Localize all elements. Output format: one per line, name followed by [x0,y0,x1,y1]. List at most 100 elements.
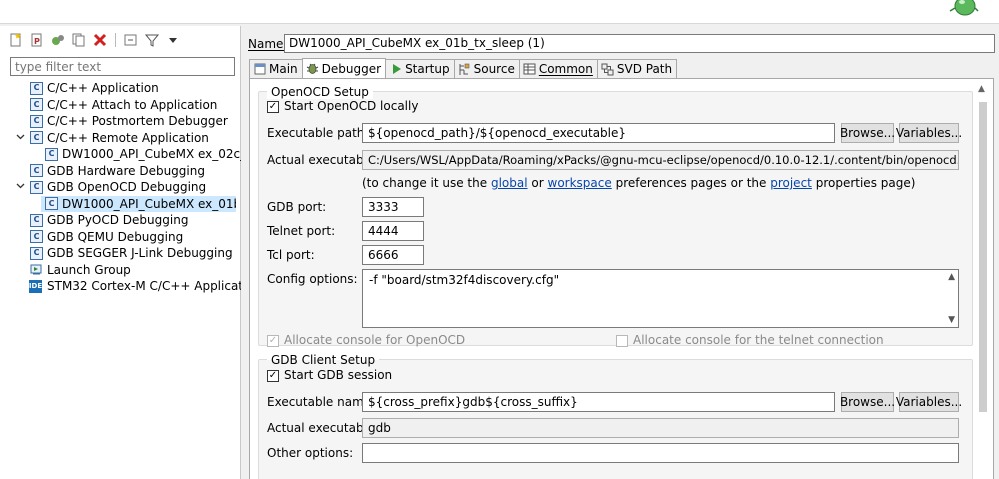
variables-button[interactable]: Variables... [896,392,962,412]
workspace-preferences-link[interactable]: workspace [548,176,612,190]
tree-item-launch-group[interactable]: Launch Group [0,262,241,279]
tab-common[interactable]: Common [518,59,598,78]
launch-configurations-dialog: P C C/C+ [0,0,999,479]
tree-item-cpp-postmortem[interactable]: C C/C++ Postmortem Debugger [0,113,241,130]
config-options-label: Config options: [267,272,358,286]
tree-item-label: GDB SEGGER J-Link Debugging [47,246,233,261]
filter-icon[interactable] [144,32,160,48]
openocd-setup-group: OpenOCD Setup ✓ Start OpenOCD locally Ex… [258,85,973,347]
c-config-icon: C [30,131,43,145]
tree-item-cpp-remote[interactable]: C C/C++ Remote Application [0,130,241,147]
c-config-icon: C [45,197,58,211]
play-icon [389,63,402,76]
hint-text: (to change it use the [362,176,488,190]
tree-item-gdb-segger[interactable]: C GDB SEGGER J-Link Debugging [0,245,241,262]
tree-item-gdb-openocd[interactable]: C GDB OpenOCD Debugging [0,179,241,196]
tab-svd-path[interactable]: SVD Path [596,59,678,78]
tree-item-label: Launch Group [47,262,131,277]
tree-item-gdb-hardware[interactable]: C GDB Hardware Debugging [0,163,241,180]
other-options-input[interactable] [362,443,959,463]
launch-config-tree: C C/C++ Application C C/C++ Attach to Ap… [0,80,241,295]
exec-name-input[interactable]: ${cross_prefix}gdb${cross_suffix} [362,392,835,412]
c-config-icon: C [30,114,43,128]
c-config-icon: C [30,164,43,178]
other-options-label: Other options: [267,446,354,460]
gdb-port-input[interactable]: 3333 [362,197,424,217]
global-preferences-link[interactable]: global [491,176,528,190]
tab-label: SVD Path [616,62,673,76]
svd-path-icon [601,63,614,76]
config-tabs: Main Debugger Startup Source Common SVD … [249,58,678,78]
scrollbar-thumb[interactable] [979,102,987,412]
tab-label: Debugger [321,61,382,76]
tree-item-gdb-qemu[interactable]: C GDB QEMU Debugging [0,229,241,246]
bug-logo-icon [949,0,979,16]
c-config-icon: C [30,98,43,112]
launch-group-icon [30,263,43,276]
ide-icon: IDE [29,279,42,293]
common-tab-icon [523,63,536,76]
tab-label: Source [473,62,515,76]
tree-toolbar: P [8,30,181,50]
start-openocd-checkbox[interactable]: ✓ [267,101,279,113]
tcl-port-label: Tcl port: [267,248,315,262]
tcl-port-input[interactable]: 6666 [362,245,424,265]
tree-item-label: STM32 Cortex-M C/C++ Application [47,279,241,294]
expanded-chevron-icon[interactable] [16,181,26,193]
alloc-telnet-checkbox[interactable] [616,335,628,347]
tab-startup[interactable]: Startup [385,59,455,78]
browse-button[interactable]: Browse... [840,123,895,143]
panel-scrollbar[interactable]: ▲ [976,84,990,479]
start-gdb-checkbox[interactable]: ✓ [267,370,279,382]
actual-exec-value: gdb [362,418,959,438]
tree-item-label: DW1000_API_CubeMX ex_02c_rx_d [62,147,241,162]
launch-config-tree-pane: P C C/C+ [0,26,241,479]
toolbar-separator [115,33,116,47]
new-prototype-icon[interactable]: P [29,32,45,48]
c-config-icon: C [30,213,43,227]
c-config-icon: C [45,147,58,161]
duplicate-config-icon[interactable] [71,32,87,48]
alloc-console-checkbox[interactable]: ✓ [267,335,279,347]
tree-item-label: C/C++ Postmortem Debugger [47,114,228,129]
tree-item-label: C/C++ Attach to Application [47,97,218,112]
tree-item-label: C/C++ Remote Application [47,130,209,145]
scroll-up-chevron-icon[interactable]: ▲ [978,84,985,94]
export-config-icon[interactable] [50,32,66,48]
tab-main[interactable]: Main [249,59,303,78]
tree-item-dw1000-rx[interactable]: C DW1000_API_CubeMX ex_02c_rx_d [0,146,241,163]
tree-item-cpp-attach[interactable]: C C/C++ Attach to Application [0,97,241,114]
group-title: OpenOCD Setup [267,85,373,99]
hint-text: preferences pages or the [615,176,767,190]
c-config-icon: C [30,180,43,194]
delete-config-icon[interactable] [92,32,108,48]
telnet-port-input[interactable]: 4444 [362,221,424,241]
tab-source[interactable]: Source [453,59,520,78]
scroll-down-chevron-icon[interactable]: ▼ [948,315,955,325]
browse-button[interactable]: Browse... [840,392,895,412]
tree-item-label: GDB Hardware Debugging [47,163,205,178]
tree-item-label: DW1000_API_CubeMX ex_01b_tx_s [62,196,236,211]
tree-item-cpp-application[interactable]: C C/C++ Application [0,80,241,97]
scroll-up-chevron-icon[interactable]: ▲ [948,272,955,282]
new-config-icon[interactable] [8,32,24,48]
config-name-input[interactable]: DW1000_API_CubeMX ex_01b_tx_sleep (1) [284,34,995,53]
view-menu-chevron-down-icon[interactable] [165,32,181,48]
collapse-all-icon[interactable] [123,32,139,48]
tree-item-gdb-pyocd[interactable]: C GDB PyOCD Debugging [0,212,241,229]
config-options-textarea[interactable]: -f "board/stm32f4discovery.cfg" ▲ ▼ [362,269,959,328]
project-properties-link[interactable]: project [770,176,812,190]
variables-button[interactable]: Variables... [896,123,962,143]
group-title: GDB Client Setup [267,353,380,367]
tree-item-dw1000-tx-selected[interactable]: C DW1000_API_CubeMX ex_01b_tx_s [41,195,236,212]
filter-input[interactable] [10,57,235,76]
tab-label: Common [538,62,593,76]
tree-item-stm32-cortex[interactable]: IDE STM32 Cortex-M C/C++ Application [0,278,241,295]
change-hint: (to change it use the global or workspac… [362,176,915,190]
exec-path-input[interactable]: ${openocd_path}/${openocd_executable} [362,123,835,143]
exec-path-label: Executable path: [267,126,369,140]
expanded-chevron-icon[interactable] [16,132,26,144]
start-openocd-label: Start OpenOCD locally [284,99,419,113]
alloc-telnet-label: Allocate console for the telnet connecti… [633,333,884,347]
tab-debugger[interactable]: Debugger [301,58,387,78]
